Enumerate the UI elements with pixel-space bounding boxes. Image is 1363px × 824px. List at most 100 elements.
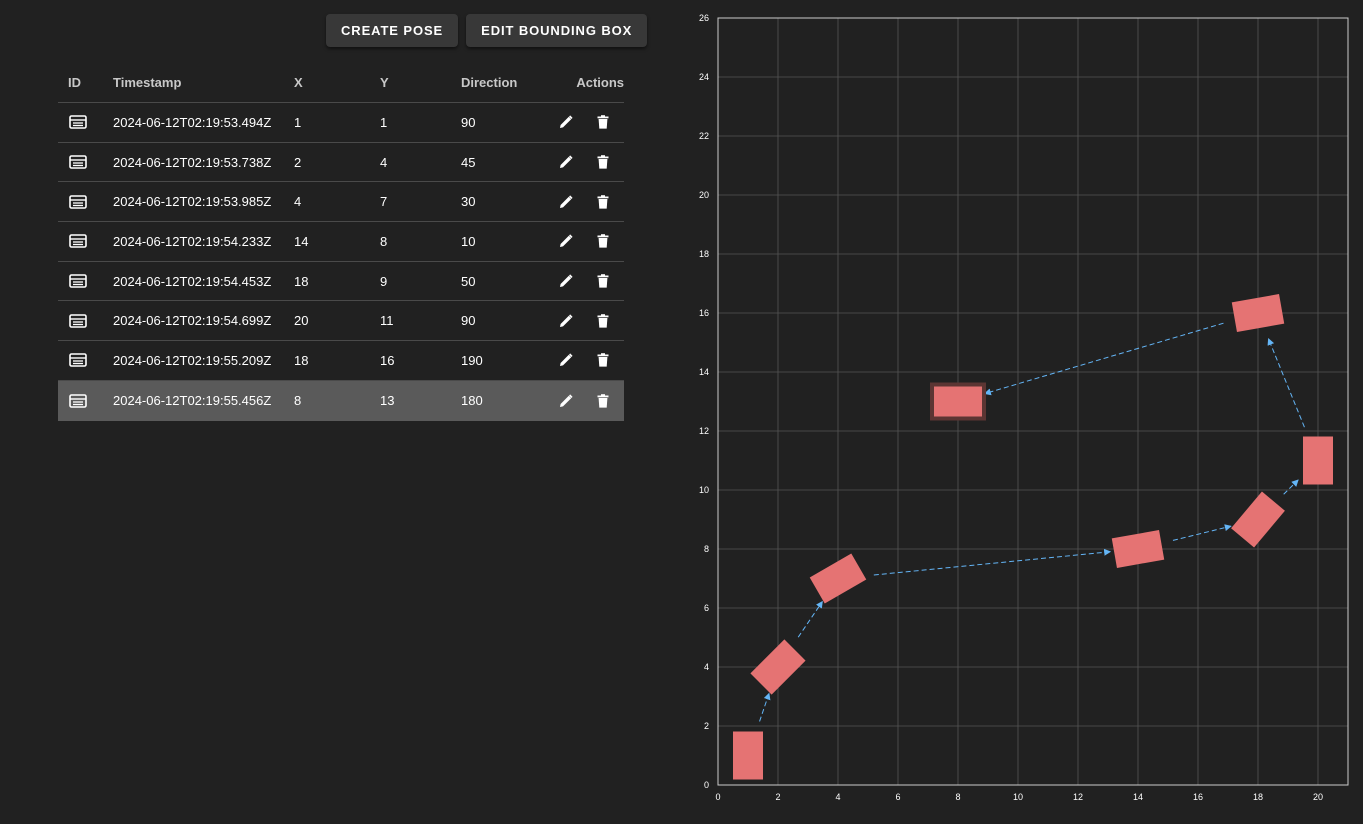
edit-icon[interactable]	[556, 271, 576, 291]
y-tick-label: 8	[704, 544, 709, 554]
edit-icon[interactable]	[556, 192, 576, 212]
table-rows-icon[interactable]	[68, 112, 88, 132]
table-row[interactable]: 2024-06-12T02:19:54.233Z 14 8 10	[58, 222, 624, 262]
table-row[interactable]: 2024-06-12T02:19:55.209Z 18 16 190	[58, 341, 624, 381]
pose-plot[interactable]: 0 2 4 6 8 10 12 14 16 18 20 0 2 4 6 8 10 12 14 16 18 20 22 24 26	[690, 0, 1363, 819]
delete-icon[interactable]	[593, 391, 613, 411]
pose-marker	[750, 639, 806, 695]
direction-cell: 30	[461, 194, 476, 210]
row-id-cell	[58, 311, 113, 331]
direction-cell: 45	[461, 154, 476, 170]
y-cell: 8	[380, 233, 388, 249]
x-tick-label: 14	[1133, 792, 1143, 802]
table-rows-icon[interactable]	[68, 192, 88, 212]
path-arrow	[1267, 338, 1305, 428]
header-actions: Actions	[576, 74, 624, 90]
delete-icon[interactable]	[593, 311, 613, 331]
path-arrow	[797, 600, 823, 638]
timestamp-cell: 2024-06-12T02:19:55.456Z	[113, 393, 272, 409]
table-row[interactable]: 2024-06-12T02:19:55.456Z 8 13 180	[58, 380, 624, 421]
timestamp-cell: 2024-06-12T02:19:54.699Z	[113, 313, 272, 329]
table-rows-icon[interactable]	[68, 311, 88, 331]
y-cell: 1	[380, 114, 388, 130]
timestamp-cell: 2024-06-12T02:19:54.233Z	[113, 233, 272, 249]
y-tick-label: 24	[699, 72, 709, 82]
plot-svg[interactable]: 0 2 4 6 8 10 12 14 16 18 2002468101214161820222426	[690, 0, 1363, 819]
y-tick-label: 4	[704, 662, 709, 672]
table-row[interactable]: 2024-06-12T02:19:54.453Z 18 9 50	[58, 262, 624, 302]
y-cell: 16	[380, 352, 395, 368]
x-tick-label: 2	[775, 792, 780, 802]
pose-marker	[1111, 530, 1165, 568]
row-id-cell	[58, 391, 113, 411]
direction-cell: 10	[461, 233, 476, 249]
row-id-cell	[58, 192, 113, 212]
pose-marker	[1231, 491, 1285, 548]
direction-cell: 180	[461, 393, 483, 409]
x-tick-label: 4	[835, 792, 840, 802]
edit-icon[interactable]	[556, 350, 576, 370]
actions-cell	[554, 192, 624, 212]
header-id: ID	[68, 74, 81, 90]
header-timestamp: Timestamp	[113, 74, 182, 90]
table-body: 2024-06-12T02:19:53.494Z 1 1 90 2024-06-12T0…	[58, 103, 624, 421]
y-tick-label: 0	[704, 780, 709, 790]
y-tick-label: 12	[699, 426, 709, 436]
edit-icon[interactable]	[556, 311, 576, 331]
x-tick-label: 10	[1013, 792, 1023, 802]
timestamp-cell: 2024-06-12T02:19:54.453Z	[113, 273, 272, 289]
actions-cell	[554, 350, 624, 370]
delete-icon[interactable]	[593, 192, 613, 212]
y-tick-label: 10	[699, 485, 709, 495]
table-row[interactable]: 2024-06-12T02:19:54.699Z 20 11 90	[58, 301, 624, 342]
direction-cell: 50	[461, 273, 476, 289]
table-rows-icon[interactable]	[68, 231, 88, 251]
delete-icon[interactable]	[593, 271, 613, 291]
table-row[interactable]: 2024-06-12T02:19:53.738Z 2 4 45	[58, 143, 624, 183]
table-rows-icon[interactable]	[68, 271, 88, 291]
y-tick-label: 14	[699, 367, 709, 377]
edit-icon[interactable]	[556, 231, 576, 251]
header-direction: Direction	[461, 74, 518, 90]
edit-icon[interactable]	[556, 152, 576, 172]
header-y: Y	[380, 74, 389, 90]
y-tick-label: 26	[699, 13, 709, 23]
actions-cell	[554, 231, 624, 251]
actions-cell	[554, 311, 624, 331]
row-id-cell	[58, 350, 113, 370]
edit-icon[interactable]	[556, 391, 576, 411]
x-tick-label: 18	[1253, 792, 1263, 802]
header-x: X	[294, 74, 303, 90]
x-cell: 8	[294, 393, 302, 409]
delete-icon[interactable]	[593, 350, 613, 370]
table-row[interactable]: 2024-06-12T02:19:53.494Z 1 1 90	[58, 103, 624, 143]
pose-marker	[1231, 294, 1285, 332]
direction-cell: 90	[461, 114, 476, 130]
edit-icon[interactable]	[556, 112, 576, 132]
timestamp-cell: 2024-06-12T02:19:53.985Z	[113, 194, 272, 210]
y-cell: 9	[380, 273, 388, 289]
pose-marker	[733, 731, 763, 780]
path-arrow	[759, 692, 771, 722]
path-arrow	[983, 322, 1224, 396]
table-rows-icon[interactable]	[68, 152, 88, 172]
timestamp-cell: 2024-06-12T02:19:55.209Z	[113, 352, 272, 368]
delete-icon[interactable]	[593, 112, 613, 132]
table-rows-icon[interactable]	[68, 350, 88, 370]
delete-icon[interactable]	[593, 231, 613, 251]
y-tick-label: 16	[699, 308, 709, 318]
actions-cell	[554, 391, 624, 411]
x-cell: 1	[294, 114, 302, 130]
timestamp-cell: 2024-06-12T02:19:53.738Z	[113, 154, 272, 170]
create-pose-button[interactable]: CREATE POSE	[326, 14, 459, 47]
y-cell: 11	[380, 313, 394, 329]
table-rows-icon[interactable]	[68, 391, 88, 411]
row-id-cell	[58, 112, 113, 132]
path-arrow	[1172, 524, 1232, 541]
edit-bounding-box-button[interactable]: EDIT BOUNDING BOX	[466, 14, 648, 47]
table-row[interactable]: 2024-06-12T02:19:53.985Z 4 7 30	[58, 182, 624, 223]
delete-icon[interactable]	[593, 152, 613, 172]
x-tick-label: 0	[715, 792, 720, 802]
y-cell: 13	[380, 393, 395, 409]
plot-frame	[717, 17, 1349, 786]
